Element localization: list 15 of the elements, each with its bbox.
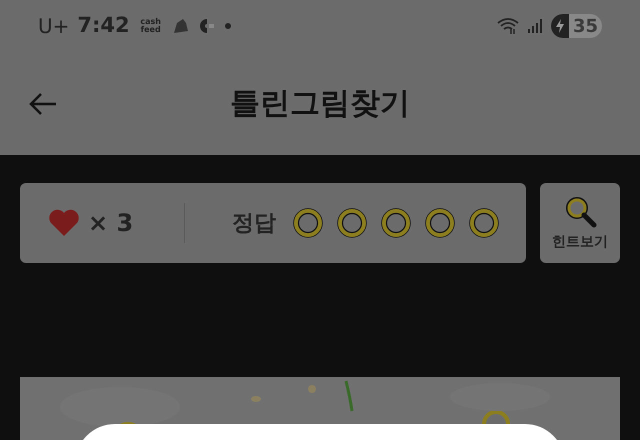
back-arrow-icon bbox=[28, 92, 58, 116]
wifi-icon bbox=[496, 17, 519, 35]
carrier-label: U+ bbox=[38, 13, 70, 40]
clock-time: 7:42 bbox=[77, 12, 130, 40]
app-logo: cash feed bbox=[139, 18, 162, 34]
app-icon bbox=[198, 18, 216, 34]
page-title: 틀린그림찾기 bbox=[230, 85, 410, 123]
lives-count: × 3 bbox=[88, 208, 134, 239]
bolt-icon bbox=[554, 19, 565, 33]
hint-button[interactable]: 힌트보기 bbox=[540, 183, 620, 263]
signal-icon bbox=[526, 18, 543, 34]
dot-icon bbox=[224, 22, 232, 30]
battery-level: 35 bbox=[572, 14, 599, 38]
heart-icon bbox=[48, 209, 80, 237]
answer-label: 정답 bbox=[232, 210, 276, 238]
